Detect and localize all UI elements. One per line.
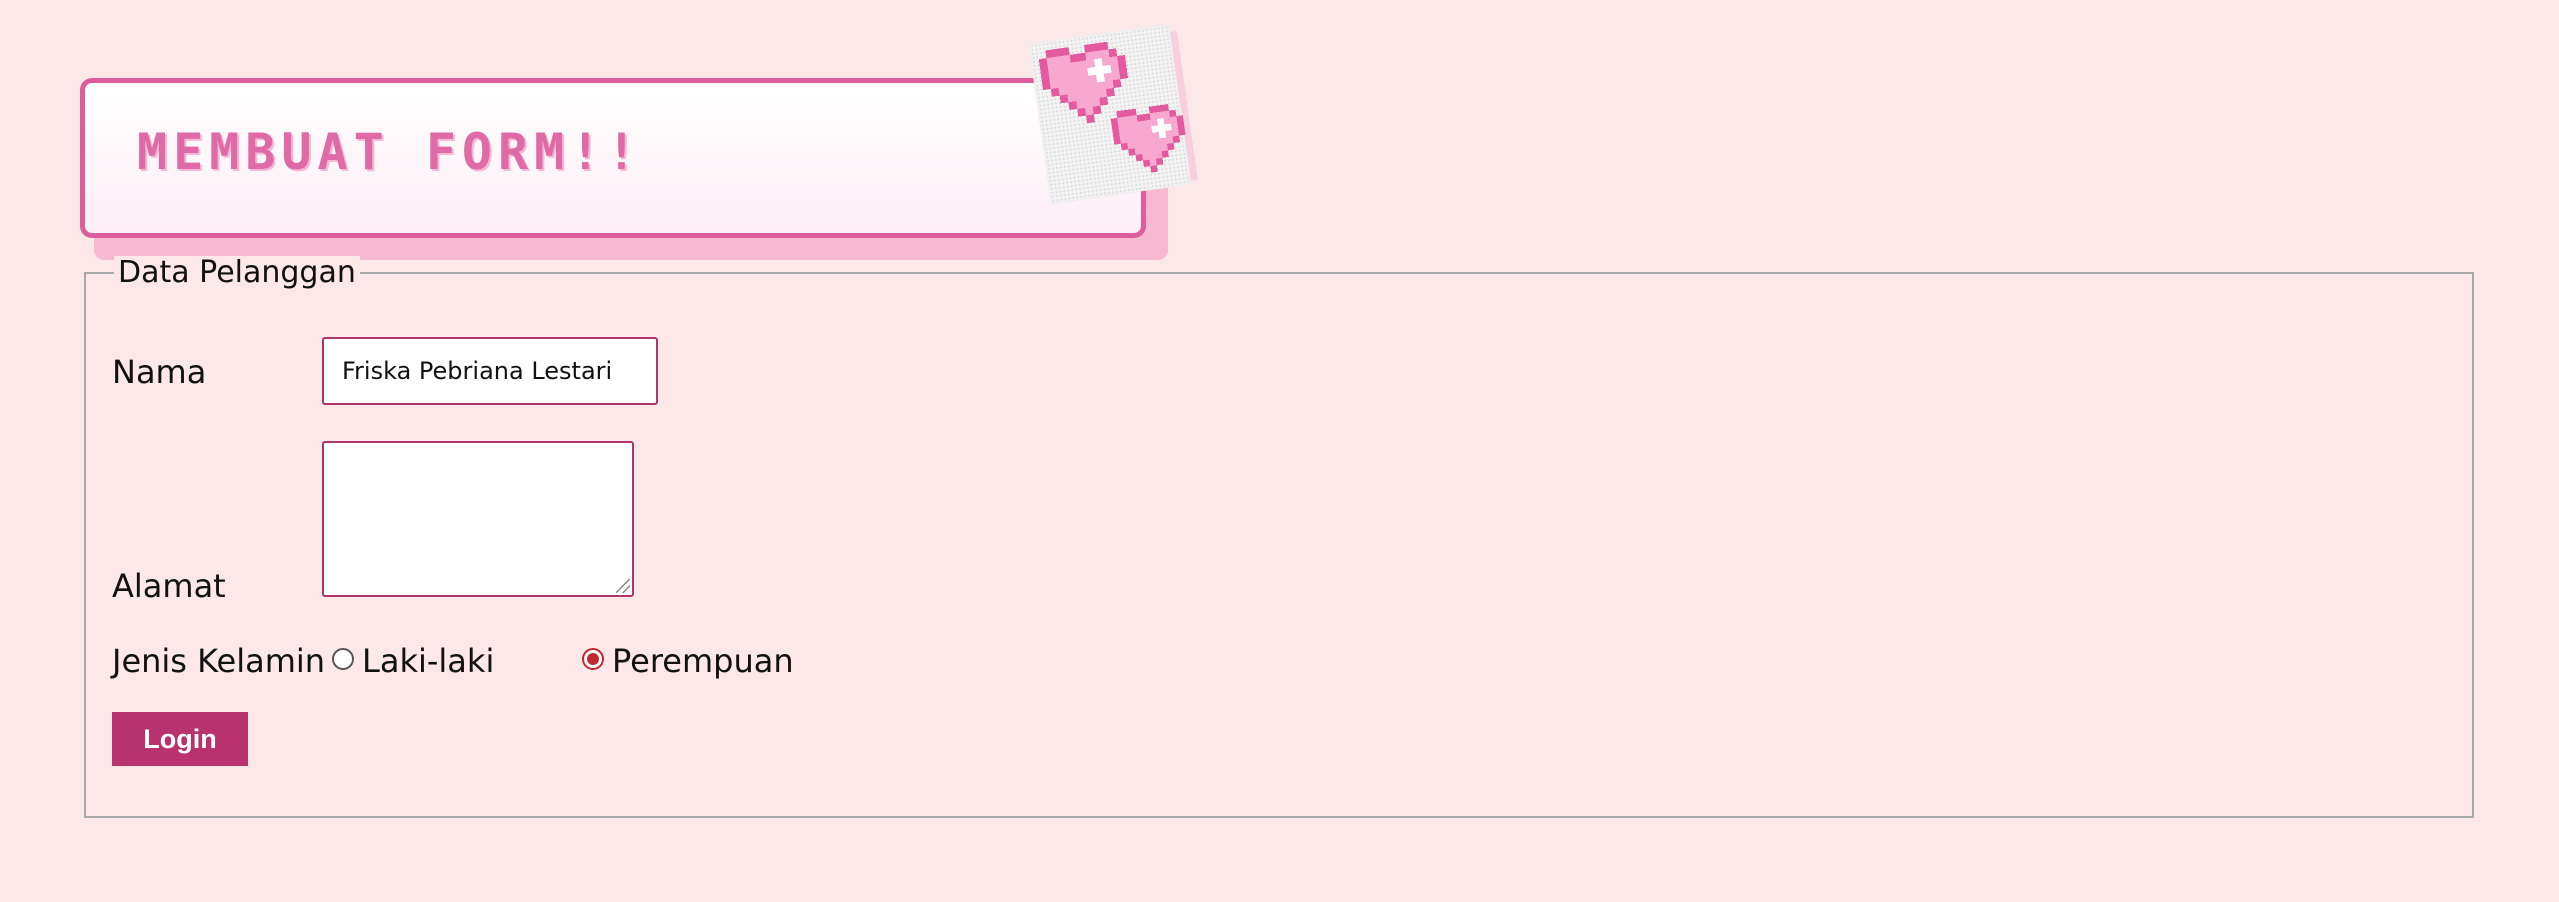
- nama-input[interactable]: [322, 337, 658, 405]
- fieldset-legend: Data Pelanggan: [114, 256, 360, 290]
- alamat-label: Alamat: [112, 567, 226, 605]
- textarea-resize-handle[interactable]: [616, 579, 630, 593]
- login-button[interactable]: Login: [112, 712, 248, 766]
- pixel-heart-icon: [1110, 104, 1186, 173]
- radio-laki-laki-label[interactable]: Laki-laki: [362, 643, 494, 679]
- radio-perempuan[interactable]: [582, 648, 604, 670]
- radio-perempuan-label[interactable]: Perempuan: [612, 643, 794, 679]
- nama-label: Nama: [112, 353, 207, 391]
- page-title: MEMBUAT FORM!!: [137, 123, 643, 181]
- pixel-hearts-icon: [1029, 25, 1191, 203]
- radio-laki-laki[interactable]: [332, 648, 354, 670]
- alamat-textarea[interactable]: [322, 441, 634, 597]
- banner-box: MEMBUAT FORM!!: [80, 78, 1146, 238]
- jenis-kelamin-label: Jenis Kelamin: [112, 642, 326, 680]
- page: MEMBUAT FORM!! Data Pelanggan Nama Alama…: [0, 0, 2559, 902]
- customer-data-fieldset: Data Pelanggan Nama Alamat Jenis Kelamin…: [84, 256, 2474, 818]
